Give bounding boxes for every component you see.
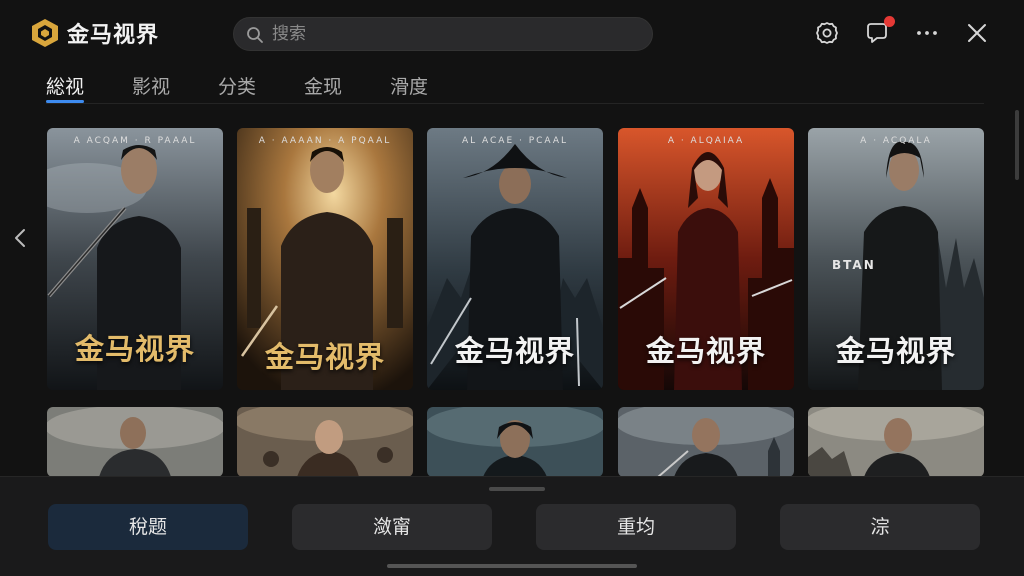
poster-tagline: A · ACQALA <box>860 136 932 146</box>
poster-card[interactable] <box>427 407 603 477</box>
poster-tagline: AL ACAE · PCAAL <box>461 136 569 146</box>
vertical-scrollbar[interactable] <box>1015 110 1019 180</box>
poster-side-text: BTAN <box>832 258 876 272</box>
home-indicator <box>387 564 637 568</box>
poster-title: 金马视界 <box>264 340 385 374</box>
poster-tagline: A · AAAAN · A PQAAL <box>258 136 392 146</box>
settings-icon <box>816 22 838 44</box>
app-title: 金马视界 <box>67 23 160 48</box>
poster-card[interactable]: A · AAAAN · A PQAAL 金马视界 <box>237 128 413 390</box>
more-button[interactable] <box>914 20 940 46</box>
close-icon <box>968 24 986 42</box>
notification-badge <box>884 16 895 27</box>
search-bar[interactable] <box>233 17 653 51</box>
tab-category[interactable]: 分类 <box>218 72 256 99</box>
poster-tagline: A ACQAM · R PAAAL <box>73 136 197 146</box>
logo-icon <box>32 19 58 47</box>
tab-gold[interactable]: 金现 <box>304 72 342 99</box>
poster-image <box>427 407 603 477</box>
settings-button[interactable] <box>814 20 840 46</box>
poster-tagline: A · ALQAIAA <box>667 136 745 146</box>
poster-title: 金马视界 <box>74 332 195 366</box>
more-icon <box>917 31 937 35</box>
chevron-left-icon[interactable] <box>10 226 30 250</box>
top-bar: 金马视界 <box>0 0 1024 66</box>
poster-title: 金马视界 <box>835 334 956 368</box>
poster-image <box>808 407 984 477</box>
poster-card[interactable] <box>237 407 413 477</box>
action-button-1[interactable]: 稅题 <box>48 504 248 550</box>
poster-card[interactable]: A · ACQALA BTAN 金马视界 <box>808 128 984 390</box>
poster-title: 金马视界 <box>454 334 575 368</box>
poster-title: 金马视界 <box>645 334 766 368</box>
action-button-2[interactable]: 潋甯 <box>292 504 492 550</box>
poster-image <box>618 407 794 477</box>
drag-handle[interactable] <box>489 487 545 491</box>
poster-card[interactable] <box>47 407 223 477</box>
poster-card[interactable]: AL ACAE · PCAAL 金马视界 <box>427 128 603 390</box>
tab-overview[interactable]: 総视 <box>46 72 84 99</box>
poster-card[interactable]: A ACQAM · R PAAAL 金马视界 <box>47 128 223 390</box>
action-button-4[interactable]: 淙 <box>780 504 980 550</box>
search-input[interactable] <box>272 22 632 46</box>
tab-slide[interactable]: 滑度 <box>390 72 428 99</box>
tab-film[interactable]: 影视 <box>132 72 170 99</box>
search-icon <box>247 27 263 43</box>
close-button[interactable] <box>964 20 990 46</box>
poster-grid: A ACQAM · R PAAAL 金马视界 A · AAAAN · A PQA… <box>47 128 984 478</box>
action-button-3[interactable]: 重均 <box>536 504 736 550</box>
notification-button[interactable] <box>864 16 895 46</box>
poster-image <box>237 407 413 477</box>
poster-card[interactable] <box>808 407 984 477</box>
poster-image <box>47 407 223 477</box>
tab-divider <box>46 103 984 104</box>
poster-card[interactable]: A · ALQAIAA 金马视界 <box>618 128 794 390</box>
poster-card[interactable] <box>618 407 794 477</box>
